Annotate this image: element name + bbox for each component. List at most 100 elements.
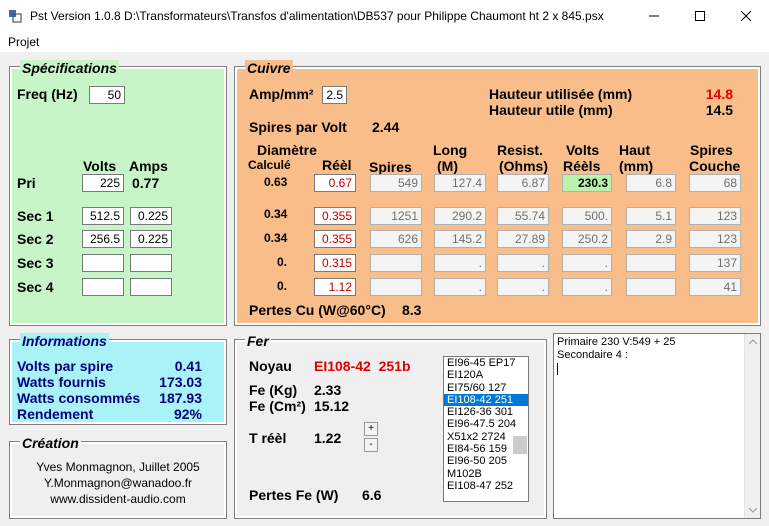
- reel-input[interactable]: 1.12: [314, 278, 356, 296]
- app-icon: [9, 10, 22, 23]
- freq-input[interactable]: 50: [89, 86, 125, 104]
- spires-field: 549: [370, 174, 422, 192]
- long-unit-header: (M): [437, 158, 458, 174]
- diametre-header: Diamètre: [257, 142, 317, 158]
- amp-mm2-input[interactable]: 2.5: [322, 86, 347, 104]
- fe-cm2-value: 15.12: [314, 398, 350, 414]
- notes-line-2: Secondaire 4 :: [557, 349, 628, 361]
- watts-fournis-label: Watts fournis: [17, 374, 106, 390]
- core-list-item[interactable]: EI108-47 252: [444, 480, 528, 492]
- scroll-up-icon: [748, 339, 758, 345]
- title-bar: Pst Version 1.0.8 D:\Transformateurs\Tra…: [0, 0, 769, 32]
- sec3-volts-input[interactable]: [82, 254, 124, 272]
- sec4-volts-input[interactable]: [82, 278, 124, 296]
- core-list-item[interactable]: M102B: [444, 468, 528, 480]
- calcule-value: 0.: [277, 279, 288, 293]
- sec3-amps-input[interactable]: [130, 254, 172, 272]
- spires-par-volt-label: Spires par Volt: [249, 119, 347, 135]
- sec2-label: Sec 2: [17, 231, 54, 247]
- reel-input[interactable]: 0.315: [314, 254, 356, 272]
- hauteur-utile-label: Hauteur utile (mm): [489, 102, 613, 118]
- reel-input[interactable]: 0.67: [314, 174, 356, 192]
- core-list-item[interactable]: EI96-47.5 204: [444, 418, 528, 430]
- close-button[interactable]: [723, 0, 769, 32]
- volts-par-spire-label: Volts par spire: [17, 358, 114, 374]
- cuivre-panel: Cuivre Amp/mm² 2.5 Hauteur utilisée (mm)…: [234, 60, 761, 326]
- volts-reels-field: .: [562, 254, 612, 272]
- window-title: Pst Version 1.0.8 D:\Transformateurs\Tra…: [30, 9, 604, 23]
- noyau-value: EI108-42 251b: [314, 358, 411, 374]
- sec1-volts-input[interactable]: 512.5: [82, 207, 124, 225]
- reel-input[interactable]: 0.355: [314, 230, 356, 248]
- text-cursor: [557, 363, 558, 375]
- spires-field: [370, 254, 422, 272]
- volts-header: Volts: [83, 158, 117, 174]
- minimize-button[interactable]: [631, 0, 677, 32]
- fe-cm2-label: Fe (Cm²): [249, 398, 306, 414]
- pertes-cu-value: 8.3: [402, 302, 422, 318]
- fe-kg-value: 2.33: [314, 382, 342, 398]
- long-field: .: [434, 254, 486, 272]
- core-list-item-selected[interactable]: EI108-42 251: [444, 393, 528, 407]
- core-listbox[interactable]: EI96-45 EP17 EI120A EI75/60 127 EI108-42…: [443, 356, 529, 502]
- volts-reels-header: Volts: [566, 142, 600, 158]
- watts-consommes-label: Watts consommés: [17, 390, 141, 406]
- calcule-value: 0.34: [264, 231, 288, 245]
- notes-line-1: Primaire 230 V:549 + 25: [557, 336, 676, 348]
- creation-panel: Création Yves Monmagnon, Juillet 2005 Y.…: [9, 435, 227, 519]
- spires-couche-field: 137: [689, 254, 741, 272]
- watts-consommes-value: 187.93: [159, 390, 202, 406]
- notes-textarea[interactable]: Primaire 230 V:549 + 25 Secondaire 4 :: [553, 333, 761, 519]
- core-list-item[interactable]: EI96-50 205: [444, 455, 528, 467]
- spires-field: [370, 278, 422, 296]
- sec2-amps-input[interactable]: 0.225: [130, 230, 172, 248]
- core-list-item[interactable]: EI75/60 127: [444, 382, 528, 394]
- hauteur-utile-value: 14.5: [705, 102, 733, 118]
- freq-label: Freq (Hz): [17, 86, 78, 102]
- rendement-label: Rendement: [17, 406, 94, 422]
- sec4-amps-input[interactable]: [130, 278, 172, 296]
- amps-header: Amps: [129, 158, 168, 174]
- specifications-title: Spécifications: [20, 60, 119, 76]
- sec4-label: Sec 4: [17, 279, 54, 295]
- pri-volts-input[interactable]: 225: [82, 174, 124, 192]
- amp-mm2-label: Amp/mm²: [249, 86, 314, 102]
- volts-par-spire-value: 0.41: [174, 358, 202, 374]
- hauteur-utilisee-value: 14.8: [705, 86, 733, 102]
- long-field: 290.2: [434, 207, 486, 225]
- notes-scrollbar[interactable]: [744, 334, 760, 518]
- core-list-item[interactable]: EI126-36 301: [444, 406, 528, 418]
- volts-reels-field: 250.2: [562, 230, 612, 248]
- spires-couche-field: 123: [689, 230, 741, 248]
- spires-couche-sub-header: Couche: [689, 158, 741, 174]
- sec1-label: Sec 1: [17, 208, 54, 224]
- haut-field: 5.1: [626, 207, 676, 225]
- core-list-scrollbar-thumb[interactable]: [513, 436, 527, 454]
- minimize-icon: [649, 15, 659, 17]
- resist-field: .: [497, 254, 549, 272]
- watts-fournis-value: 173.03: [159, 374, 202, 390]
- informations-title: Informations: [20, 333, 109, 349]
- core-list-item[interactable]: EI120A: [444, 369, 528, 381]
- spires-field: 626: [370, 230, 422, 248]
- sec2-volts-input[interactable]: 256.5: [82, 230, 124, 248]
- informations-panel: Informations Volts par spire 0.41 Watts …: [9, 333, 227, 425]
- resist-header: Resist.: [497, 142, 543, 158]
- reel-input[interactable]: 0.355: [314, 207, 356, 225]
- t-reel-increment-button[interactable]: +: [364, 422, 378, 436]
- haut-header: Haut: [619, 142, 651, 158]
- rendement-value: 92%: [173, 406, 202, 422]
- volts-reels-field: 230.3: [562, 174, 612, 192]
- menu-projet[interactable]: Projet: [8, 35, 39, 49]
- haut-field: 2.9: [626, 230, 676, 248]
- core-list-item[interactable]: EI96-45 EP17: [444, 357, 528, 369]
- fer-title: Fer: [245, 333, 271, 349]
- resist-field: 55.74: [497, 207, 549, 225]
- maximize-button[interactable]: [677, 0, 723, 32]
- pri-label: Pri: [17, 175, 36, 191]
- specifications-panel: Spécifications Freq (Hz) 50 Volts Amps P…: [9, 60, 227, 326]
- volts-reels-sub-header: Réèls: [563, 158, 601, 174]
- t-reel-decrement-button[interactable]: -: [364, 438, 378, 452]
- t-reel-value: 1.22: [314, 430, 342, 446]
- sec1-amps-input[interactable]: 0.225: [130, 207, 172, 225]
